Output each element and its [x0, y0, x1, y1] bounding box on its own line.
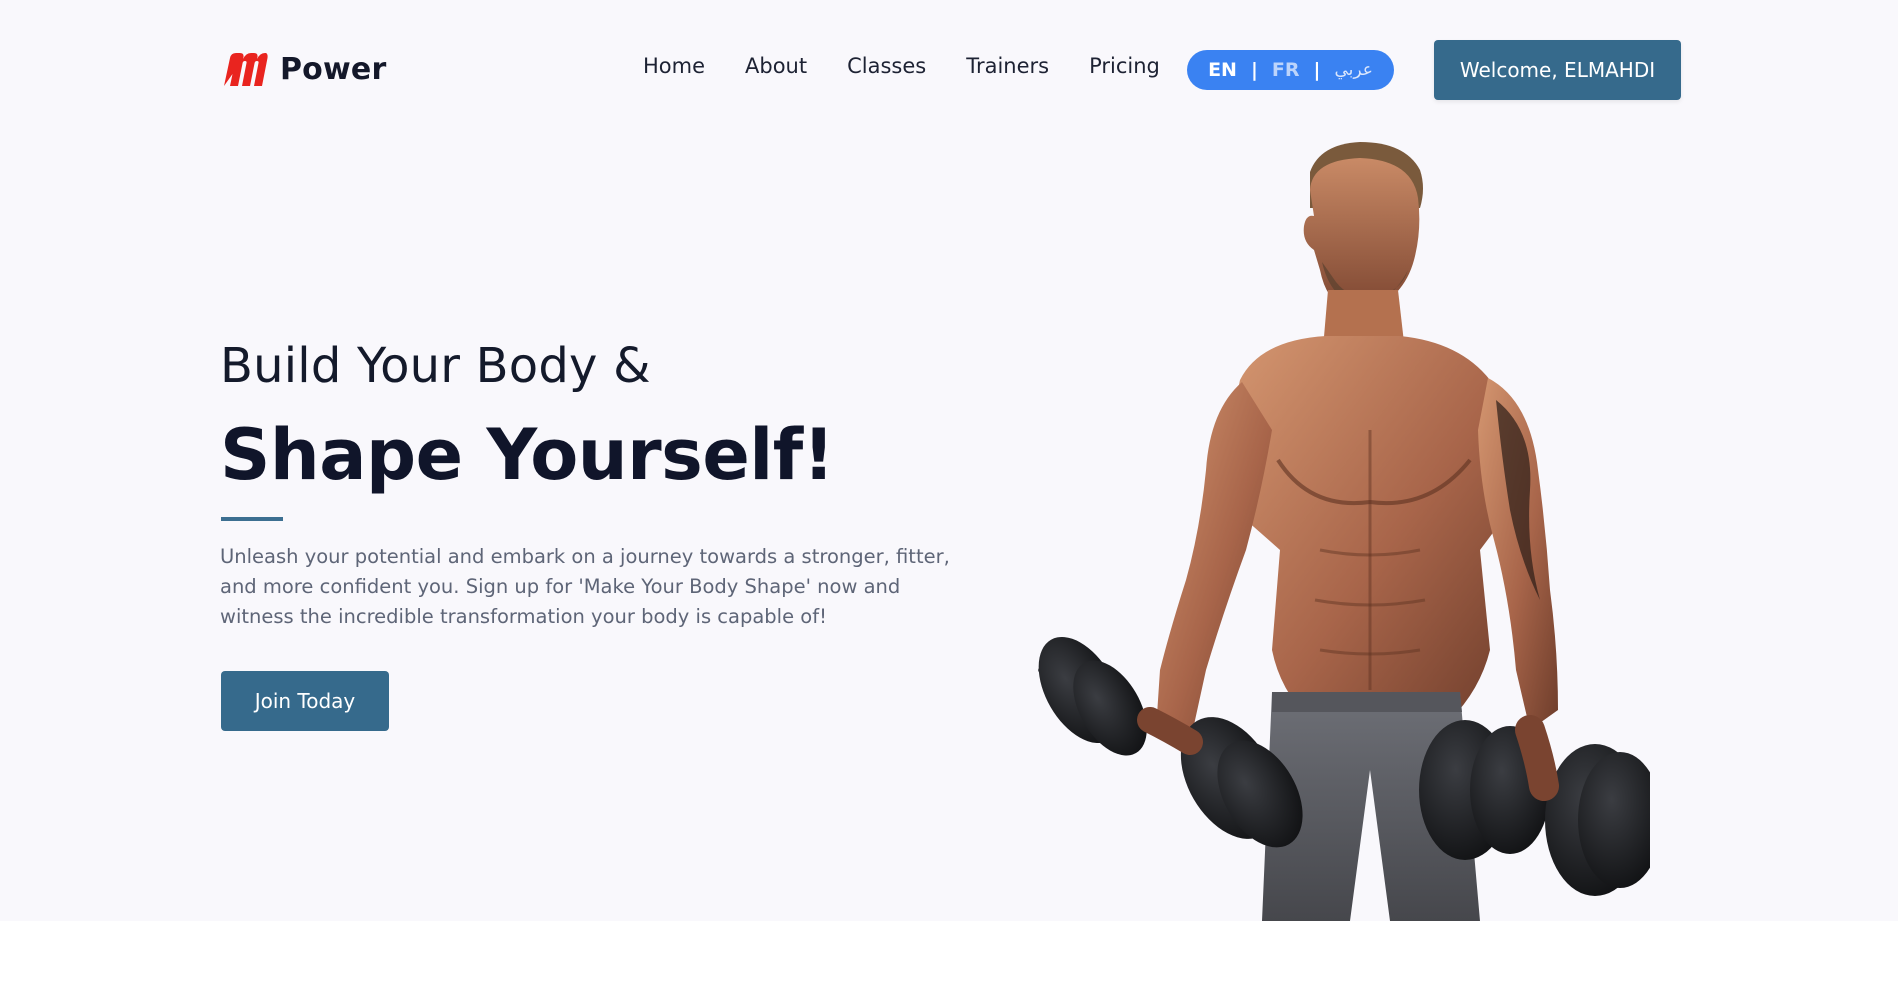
main-nav: Home About Classes Trainers Pricing [643, 54, 1160, 78]
hero-title: Shape Yourself! [220, 414, 835, 496]
lang-separator: | [1313, 59, 1321, 81]
brand-logo[interactable]: Power [220, 50, 386, 88]
nav-trainers-link[interactable]: Trainers [966, 54, 1049, 78]
brand-name: Power [280, 51, 387, 87]
hero-description: Unleash your potential and embark on a j… [220, 545, 950, 628]
hero-athlete-image [1038, 142, 1650, 921]
nav-classes-link[interactable]: Classes [847, 54, 926, 78]
hero-pre-title: Build Your Body & [220, 338, 651, 394]
title-underline-divider [221, 517, 283, 521]
join-today-button[interactable]: Join Today [221, 671, 389, 731]
hero-section: Power Home About Classes Trainers Pricin… [0, 0, 1898, 921]
lang-ar-option[interactable]: عربي [1334, 60, 1372, 80]
nav-pricing-link[interactable]: Pricing [1089, 54, 1160, 78]
lang-separator: | [1250, 59, 1258, 81]
logo-m-icon [224, 53, 268, 86]
welcome-user-button[interactable]: Welcome, ELMAHDI [1434, 40, 1681, 100]
nav-about-link[interactable]: About [745, 54, 807, 78]
lang-fr-option[interactable]: FR [1272, 59, 1300, 81]
lang-en-option[interactable]: EN [1208, 59, 1237, 81]
nav-home-link[interactable]: Home [643, 54, 705, 78]
language-switcher: EN | FR | عربي [1187, 50, 1394, 90]
